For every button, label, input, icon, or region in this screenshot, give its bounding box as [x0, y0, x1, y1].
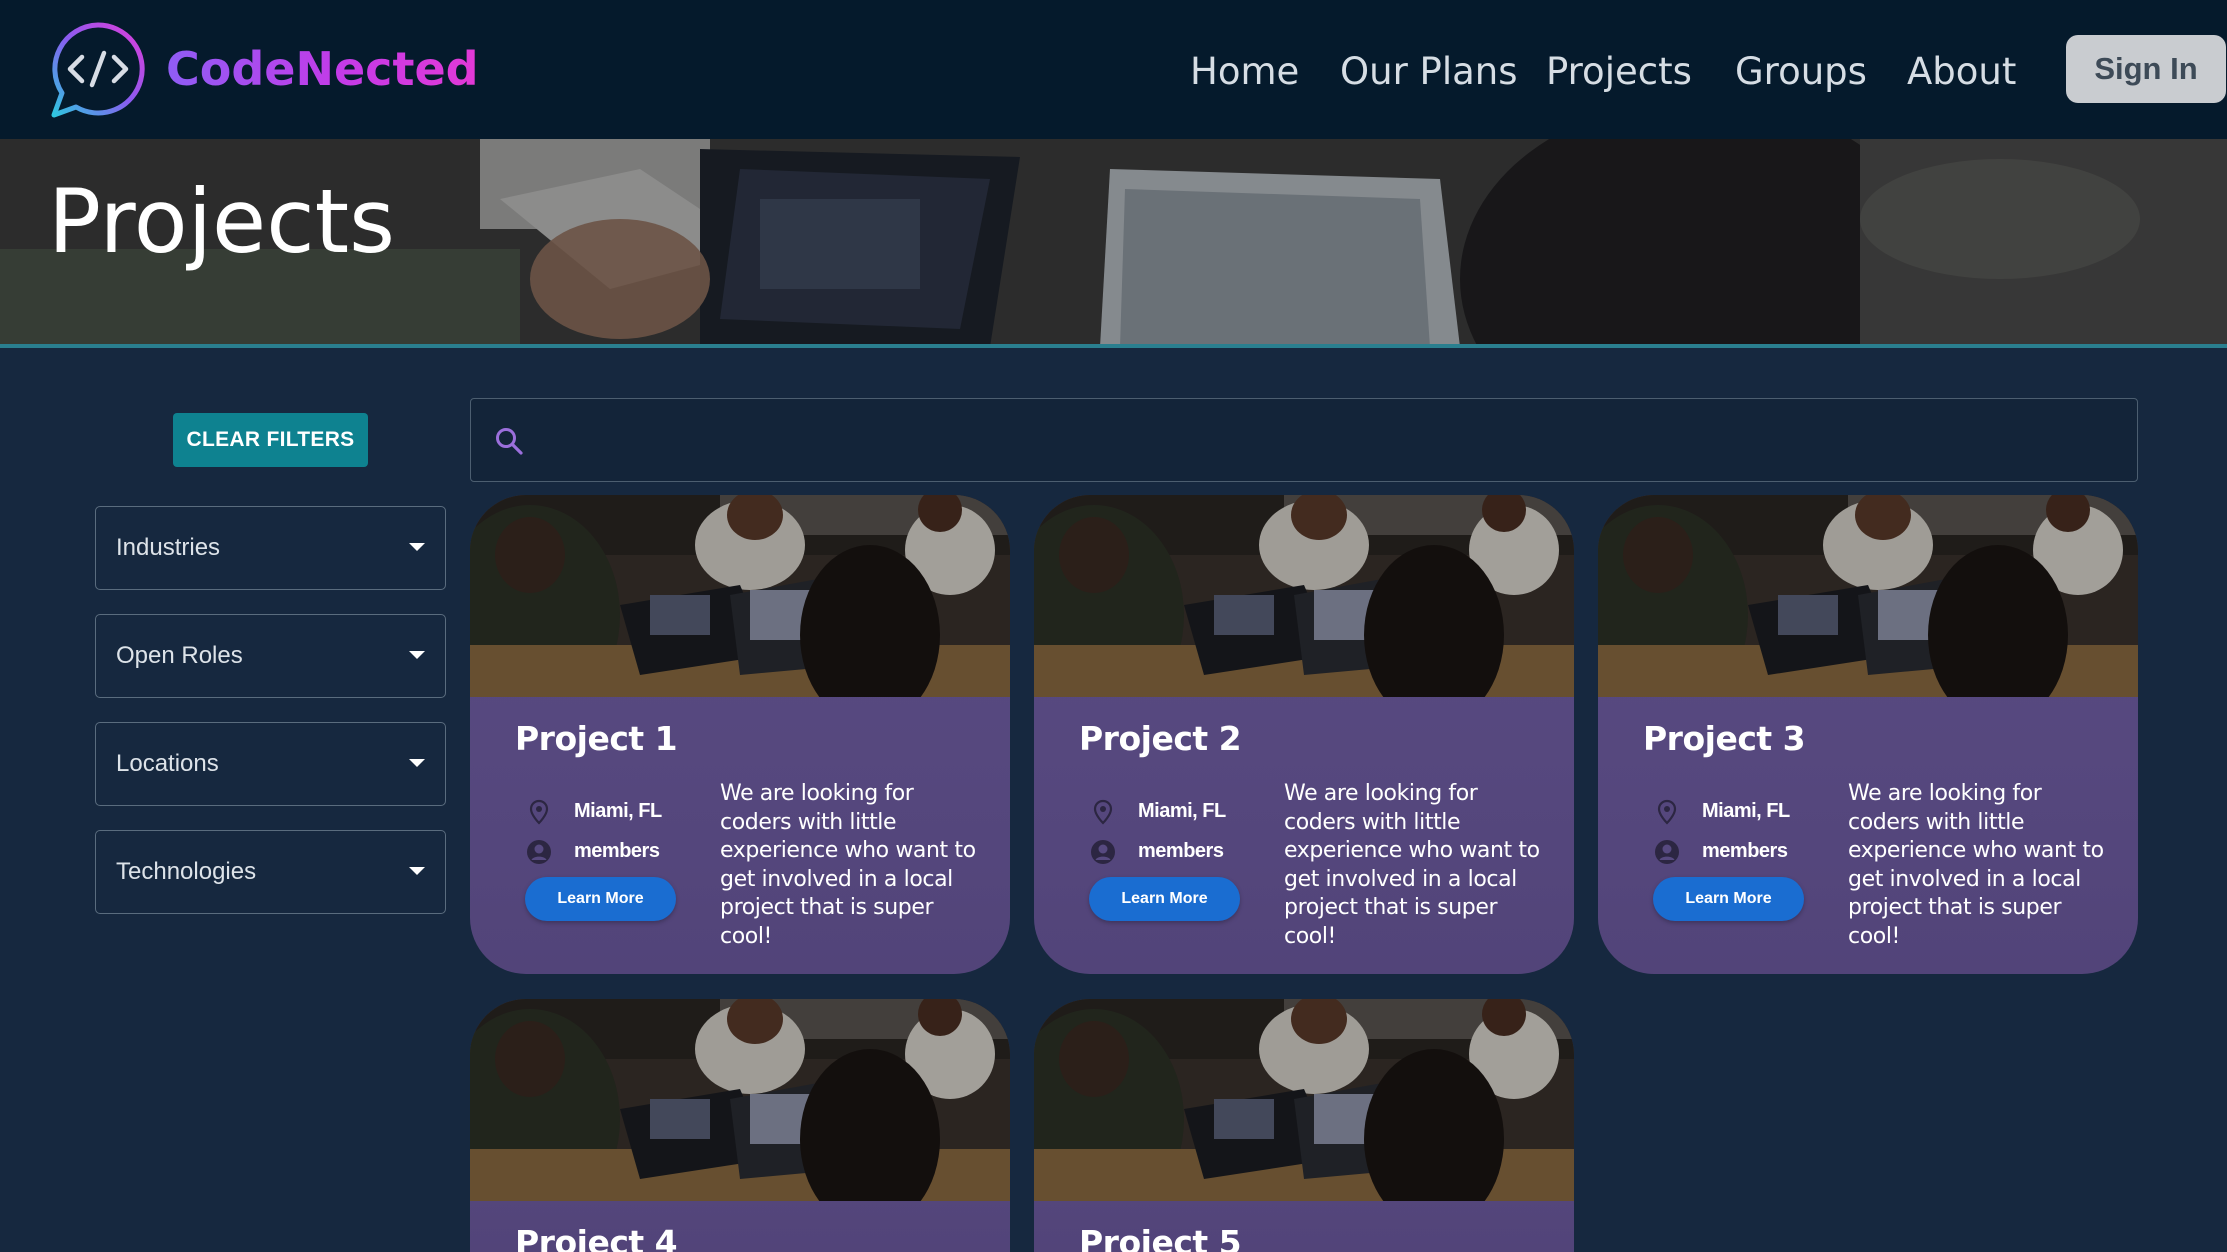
caret-down-icon — [409, 759, 425, 767]
project-photo — [470, 999, 1010, 1201]
nav-groups[interactable]: Groups — [1735, 42, 1867, 102]
project-title: Project 5 — [1079, 1223, 1242, 1252]
project-card[interactable]: Project 3 Miami, FL members Learn More W… — [1598, 495, 2138, 974]
nav-home[interactable]: Home — [1190, 42, 1299, 102]
filter-locations[interactable]: Locations — [95, 722, 446, 806]
project-description: We are looking for coders with little ex… — [1284, 781, 1540, 949]
project-members: members — [574, 840, 660, 862]
project-photo — [1034, 999, 1574, 1201]
project-description: We are looking for coders with little ex… — [720, 781, 976, 949]
filter-open-roles[interactable]: Open Roles — [95, 614, 446, 698]
location-pin-icon — [1093, 799, 1113, 825]
project-location: Miami, FL — [1702, 800, 1790, 822]
hero-divider — [0, 344, 2227, 348]
top-navbar: CodeNected Home Our Plans Projects Group… — [0, 0, 2227, 139]
project-title: Project 3 — [1643, 719, 1806, 758]
filter-technologies[interactable]: Technologies — [95, 830, 446, 914]
filter-label: Technologies — [116, 858, 257, 885]
project-title: Project 1 — [515, 719, 678, 758]
sign-in-button[interactable]: Sign In — [2066, 35, 2226, 103]
project-card[interactable]: Project 4 — [470, 999, 1010, 1252]
filter-label: Locations — [116, 750, 219, 777]
project-title: Project 4 — [515, 1223, 678, 1252]
search-bar[interactable] — [470, 398, 2138, 482]
filter-industries[interactable]: Industries — [95, 506, 446, 590]
code-chat-bubble-icon[interactable] — [46, 19, 150, 121]
brand-name[interactable]: CodeNected — [166, 36, 479, 102]
project-location: Miami, FL — [574, 800, 662, 822]
nav-projects[interactable]: Projects — [1546, 42, 1692, 102]
project-photo — [1598, 495, 2138, 697]
learn-more-button[interactable]: Learn More — [525, 877, 676, 921]
project-title: Project 2 — [1079, 719, 1242, 758]
user-avatar-icon — [527, 840, 551, 864]
project-description: We are looking for coders with little ex… — [1848, 781, 2104, 949]
caret-down-icon — [409, 651, 425, 659]
search-icon — [496, 428, 523, 455]
project-card[interactable]: Project 1 Miami, FL members Learn More W… — [470, 495, 1010, 974]
project-card[interactable]: Project 2 Miami, FL members Learn More W… — [1034, 495, 1574, 974]
project-photo — [1034, 495, 1574, 697]
project-card[interactable]: Project 5 — [1034, 999, 1574, 1252]
learn-more-button[interactable]: Learn More — [1653, 877, 1804, 921]
learn-more-button[interactable]: Learn More — [1089, 877, 1240, 921]
search-input[interactable] — [543, 399, 2123, 481]
location-pin-icon — [1657, 799, 1677, 825]
filter-label: Industries — [116, 534, 221, 561]
nav-our-plans[interactable]: Our Plans — [1340, 42, 1518, 102]
filter-label: Open Roles — [116, 642, 243, 669]
caret-down-icon — [409, 867, 425, 875]
user-avatar-icon — [1655, 840, 1679, 864]
user-avatar-icon — [1091, 840, 1115, 864]
page-title: Projects — [48, 170, 395, 273]
caret-down-icon — [409, 543, 425, 551]
project-members: members — [1702, 840, 1788, 862]
project-photo — [470, 495, 1010, 697]
nav-about[interactable]: About — [1907, 42, 2016, 102]
location-pin-icon — [529, 799, 549, 825]
clear-filters-button[interactable]: CLEAR FILTERS — [173, 413, 368, 467]
project-members: members — [1138, 840, 1224, 862]
project-location: Miami, FL — [1138, 800, 1226, 822]
